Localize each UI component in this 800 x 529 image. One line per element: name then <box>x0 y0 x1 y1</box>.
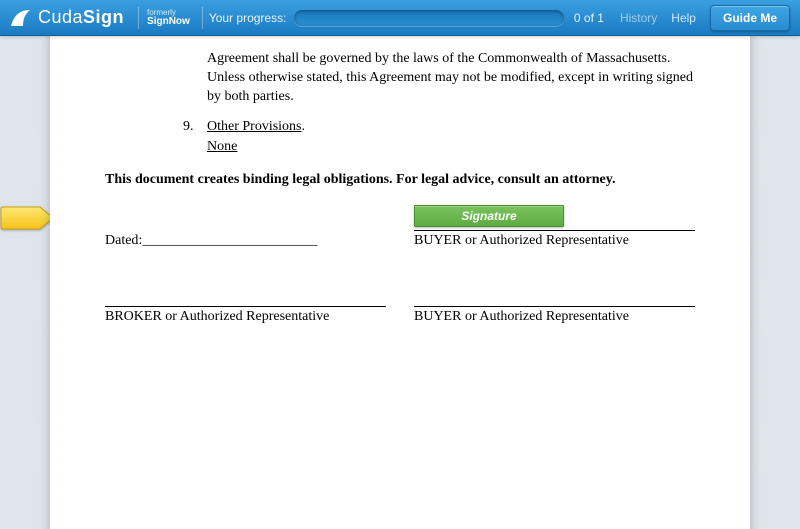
item-number: 9. <box>183 119 207 135</box>
signature-caption: BROKER or Authorized Representative <box>105 307 386 325</box>
progress-bar[interactable] <box>294 10 564 26</box>
progress-label: Your progress: <box>209 11 287 25</box>
guide-me-button[interactable]: Guide Me <box>710 5 790 31</box>
signature-slot-buyer-1: Signature BUYER or Authorized Representa… <box>414 213 695 249</box>
item-title: Other Provisions. <box>207 119 305 135</box>
document-page: Agreement shall be governed by the laws … <box>50 36 750 529</box>
signature-line <box>105 289 386 307</box>
signature-slot-buyer-2: BUYER or Authorized Representative <box>414 289 695 325</box>
progress-count: 0 of 1 <box>574 11 604 25</box>
signature-caption: BUYER or Authorized Representative <box>414 307 695 325</box>
action-pointer-icon <box>0 206 54 230</box>
dated-label: Dated: <box>105 233 142 249</box>
signature-row-2: BROKER or Authorized Representative BUYE… <box>105 289 695 325</box>
topbar-right: History Help Guide Me <box>620 5 790 31</box>
divider <box>202 7 203 29</box>
history-link[interactable]: History <box>620 11 657 25</box>
governing-law-paragraph: Agreement shall be governed by the laws … <box>207 50 695 107</box>
signature-line <box>414 289 695 307</box>
divider <box>138 7 139 29</box>
formerly-name: SignNow <box>147 17 190 27</box>
signature-caption: BUYER or Authorized Representative <box>414 231 695 249</box>
shark-fin-icon <box>10 9 32 27</box>
signature-row-1: Dated: _________________________ Signatu… <box>105 213 695 249</box>
page-bottom-space <box>105 365 695 485</box>
dated-field: Dated: _________________________ <box>105 213 386 249</box>
list-item-9: 9. Other Provisions. <box>183 119 695 135</box>
signature-field-button[interactable]: Signature <box>414 205 564 227</box>
signature-slot-broker: BROKER or Authorized Representative <box>105 289 386 325</box>
legal-warning: This document creates binding legal obli… <box>105 171 695 189</box>
document-viewport[interactable]: Agreement shall be governed by the laws … <box>0 36 800 529</box>
formerly-block: formerly SignNow <box>141 9 200 27</box>
item-none: None <box>207 139 695 155</box>
progress-wrap: 0 of 1 <box>294 10 604 26</box>
help-link[interactable]: Help <box>671 11 696 25</box>
brand-text: CudaSign <box>38 7 124 28</box>
top-bar: CudaSign formerly SignNow Your progress:… <box>0 0 800 36</box>
brand-logo: CudaSign <box>10 7 136 28</box>
dated-blank: _________________________ <box>142 233 337 249</box>
